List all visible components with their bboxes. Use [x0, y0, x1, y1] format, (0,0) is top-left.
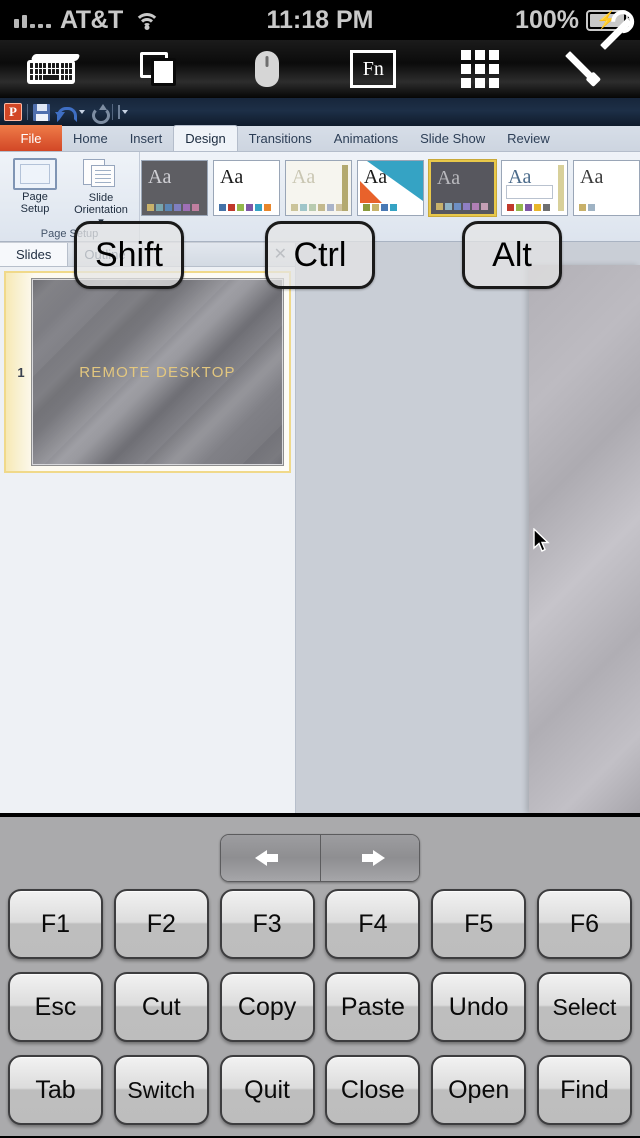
key-rows: F1 F2 F3 F4 F5 F6 Esc Cut Copy Paste Und… [0, 889, 640, 1138]
tab-design[interactable]: Design [173, 125, 238, 151]
arrow-right-icon [355, 847, 385, 869]
slide-orientation-button[interactable]: Slide Orientation ▾ [70, 156, 132, 228]
slide-title-text: REMOTE DESKTOP [79, 363, 236, 381]
page-setup-icon [13, 158, 57, 190]
battery-percent-label: 100% [515, 5, 579, 34]
status-bar: AT&T 11:18 PM 100% ⚡ [0, 0, 640, 40]
key-f1[interactable]: F1 [8, 889, 103, 959]
theme-preview-text: Aa [580, 166, 604, 188]
navigation-control[interactable] [220, 834, 420, 882]
theme-preview-text: Aa [436, 167, 461, 189]
tab-review[interactable]: Review [496, 126, 561, 151]
key-row-function: F1 F2 F3 F4 F5 F6 [0, 889, 640, 959]
tab-animations[interactable]: Animations [323, 126, 409, 151]
keyboard-panel: F1 F2 F3 F4 F5 F6 Esc Cut Copy Paste Und… [0, 813, 640, 1136]
theme-preview-text: Aa [508, 166, 532, 188]
themes-gallery[interactable]: Aa Aa Aa Aa Aa Aa Aa [141, 154, 640, 224]
key-row-edit: Esc Cut Copy Paste Undo Select [0, 972, 640, 1042]
key-open[interactable]: Open [431, 1055, 527, 1125]
key-undo[interactable]: Undo [431, 972, 527, 1042]
customize-icon[interactable] [118, 105, 128, 119]
key-f4[interactable]: F4 [325, 889, 421, 959]
theme-preview-text: Aa [148, 166, 172, 188]
theme-white[interactable]: Aa [212, 160, 280, 216]
mouse-button[interactable] [213, 40, 320, 98]
chevron-down-icon[interactable] [79, 110, 85, 114]
fn-button[interactable]: Fn [320, 40, 427, 98]
theme-light-bar[interactable]: Aa [501, 160, 569, 216]
page-setup-label-2: Setup [20, 203, 50, 215]
keyboard-button[interactable] [0, 40, 107, 98]
slide-orientation-label-1: Slide [88, 192, 114, 204]
tab-slide-show[interactable]: Slide Show [409, 126, 496, 151]
slide-number: 1 [17, 364, 25, 380]
key-cut[interactable]: Cut [113, 972, 209, 1042]
key-paste[interactable]: Paste [325, 972, 421, 1042]
divider [27, 104, 28, 120]
remote-desktop-view[interactable]: P File Home Insert Design Transitions An… [0, 98, 640, 813]
nav-left-button[interactable] [221, 835, 320, 881]
key-find[interactable]: Find [536, 1055, 632, 1125]
powerpoint-logo-icon: P [4, 103, 22, 121]
key-f5[interactable]: F5 [431, 889, 527, 959]
theme-preview-text: Aa [291, 166, 316, 188]
mouse-cursor [533, 528, 550, 552]
tab-insert[interactable]: Insert [119, 126, 174, 151]
key-copy[interactable]: Copy [219, 972, 315, 1042]
slide-edit-area[interactable] [297, 243, 640, 813]
page-setup-label-1: Page [22, 191, 48, 203]
divider [112, 104, 113, 120]
ctrl-key-overlay[interactable]: Ctrl [265, 221, 375, 289]
redo-icon[interactable] [90, 103, 110, 124]
slide-thumbnail[interactable]: REMOTE DESKTOP [31, 278, 284, 466]
key-f6[interactable]: F6 [536, 889, 632, 959]
theme-preview-text: Aa [363, 166, 388, 188]
key-row-window: Tab Switch Quit Close Open Find [0, 1055, 640, 1125]
tab-home[interactable]: Home [62, 126, 119, 151]
settings-button[interactable] [533, 18, 640, 98]
app-toolbar: Fn [0, 18, 640, 98]
undo-icon[interactable] [55, 104, 77, 122]
windows-icon [140, 52, 180, 86]
theme-preview-text: Aa [219, 166, 244, 188]
theme-dark[interactable]: Aa [141, 160, 208, 216]
windows-button[interactable] [107, 40, 214, 98]
keyboard-icon [27, 54, 81, 84]
key-esc[interactable]: Esc [8, 972, 103, 1042]
shift-key-overlay[interactable]: Shift [74, 221, 184, 289]
tab-transitions[interactable]: Transitions [238, 126, 323, 151]
fn-icon: Fn [350, 50, 397, 88]
key-tab[interactable]: Tab [8, 1055, 103, 1125]
grid-icon [461, 50, 500, 88]
tab-slides[interactable]: Slides [0, 243, 69, 266]
tools-icon [564, 18, 632, 89]
mouse-icon [254, 51, 279, 87]
save-icon[interactable] [33, 103, 50, 121]
alt-key-overlay[interactable]: Alt [462, 221, 562, 289]
key-close[interactable]: Close [325, 1055, 421, 1125]
theme-light[interactable]: Aa [284, 160, 352, 216]
ribbon-tab-strip[interactable]: File Home Insert Design Transitions Anim… [0, 125, 640, 152]
slide-orientation-icon [81, 157, 121, 191]
theme-plain[interactable]: Aa [573, 160, 640, 216]
tab-file[interactable]: File [0, 125, 62, 151]
theme-dark-selected[interactable]: Aa [427, 159, 498, 217]
key-quit[interactable]: Quit [219, 1055, 315, 1125]
page-setup-button[interactable]: Page Setup [4, 156, 66, 228]
key-f3[interactable]: F3 [219, 889, 315, 959]
arrow-left-icon [255, 847, 285, 869]
key-switch[interactable]: Switch [113, 1055, 209, 1125]
key-f2[interactable]: F2 [113, 889, 209, 959]
nav-right-button[interactable] [319, 835, 419, 881]
apps-button[interactable] [427, 40, 534, 98]
powerpoint-title-bar: P [0, 98, 640, 126]
slides-pane: Slides Outline ✕ 1 REMOTE DESKTOP [0, 243, 296, 813]
theme-angles[interactable]: Aa [356, 160, 424, 216]
slide-list-item[interactable]: 1 REMOTE DESKTOP [4, 271, 291, 473]
key-select[interactable]: Select [536, 972, 632, 1042]
